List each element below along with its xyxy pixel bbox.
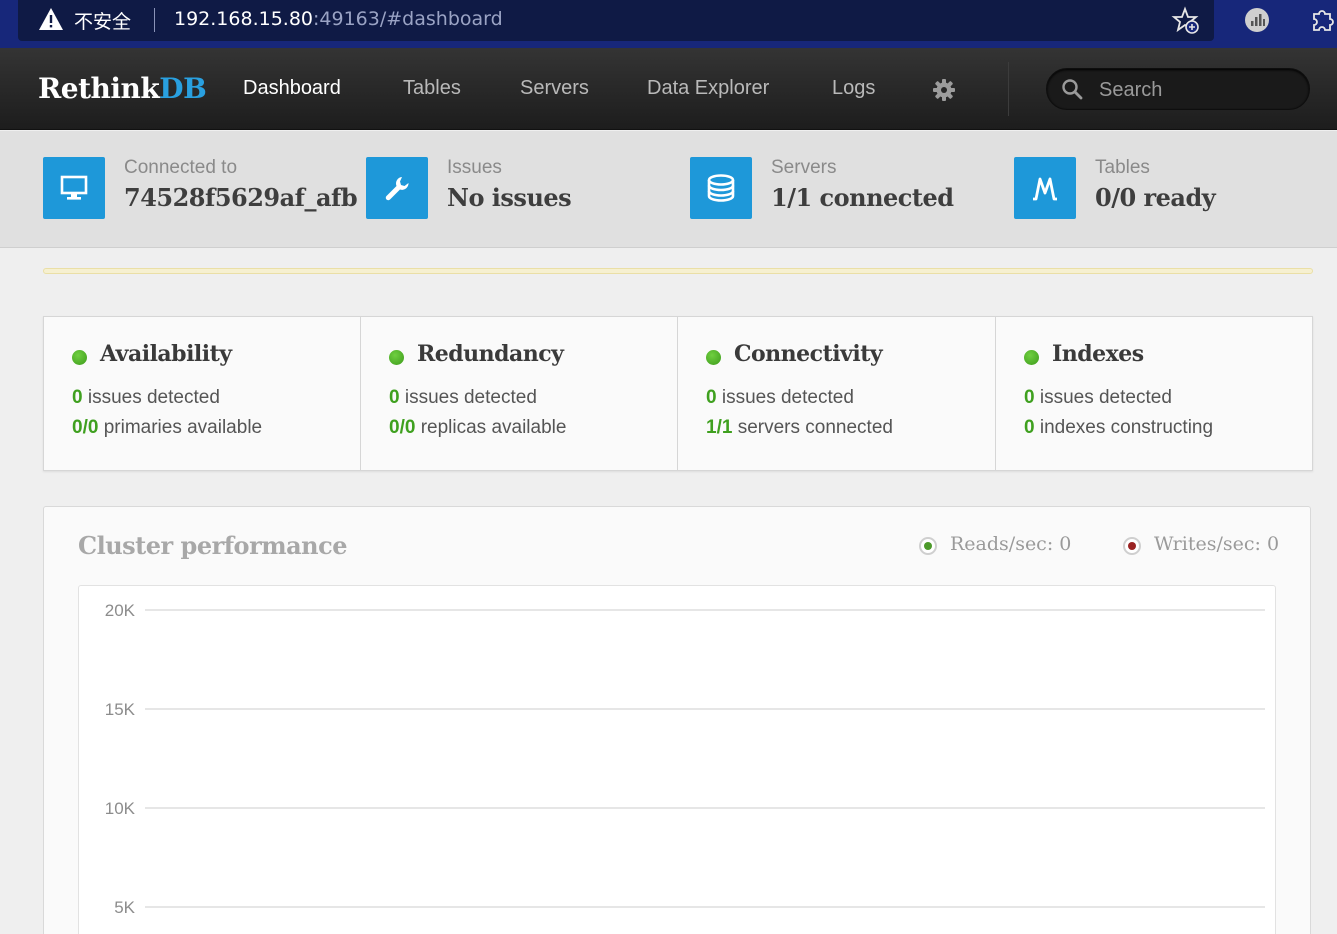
brand-logo[interactable]: RethinkDB [38,72,207,105]
health-line: 1/1 servers connected [706,417,893,439]
status-label: Servers [771,157,837,178]
top-navbar: RethinkDB Dashboard Tables Servers Data … [0,48,1337,130]
brand-prefix: Rethink [38,72,160,105]
nav-logs[interactable]: Logs [832,77,875,100]
health-text: issues detected [399,387,537,408]
favorite-add-icon[interactable] [1171,6,1201,36]
health-availability[interactable]: Availability 0 issues detected 0/0 prima… [44,317,361,470]
insecure-label[interactable]: 不安全 [74,7,131,34]
health-panels: Availability 0 issues detected 0/0 prima… [43,316,1313,471]
health-text: primaries available [98,417,263,438]
status-label: Tables [1095,157,1150,178]
y-tick-label: 10K [105,799,136,818]
url-separator [154,8,155,32]
health-text: replicas available [415,417,567,438]
writes-dot [1123,537,1141,555]
status-strip: Connected to 74528f5629af_afb Issues No … [0,131,1337,248]
health-line: 0 issues detected [72,387,220,409]
url-path: :49163/#dashboard [313,8,503,30]
status-value: 0/0 ready [1095,183,1216,212]
legend-writes-label: Writes/sec: 0 [1154,533,1280,555]
notice-bar [43,268,1313,274]
nav-dashboard[interactable]: Dashboard [243,77,341,100]
y-tick-label: 15K [105,700,136,719]
health-title: Connectivity [734,341,883,367]
y-tick-label: 5K [114,898,135,917]
tables-icon [1014,157,1076,219]
nav-servers[interactable]: Servers [520,77,589,100]
health-text: issues detected [716,387,854,408]
health-line: 0 indexes constructing [1024,417,1213,439]
health-title: Availability [100,341,232,367]
health-count: 0 [389,387,400,408]
monitor-icon [43,157,105,219]
search-icon [1062,79,1083,100]
database-icon [690,157,752,219]
health-line: 0 issues detected [706,387,854,409]
health-title: Indexes [1052,341,1144,367]
nav-data-explorer[interactable]: Data Explorer [647,77,769,100]
warning-icon[interactable] [38,7,64,31]
cluster-performance-panel: Cluster performance Reads/sec: 0 Writes/… [43,506,1311,934]
health-text: issues detected [1034,387,1172,408]
health-count: 0 [72,387,83,408]
status-label: Connected to [124,157,238,178]
browser-toolbar: 不安全 192.168.15.80:49163/#dashboard [0,0,1337,48]
health-count: 0 [706,387,717,408]
health-line: 0/0 replicas available [389,417,566,439]
wrench-icon [366,157,428,219]
status-ok-dot [706,350,721,365]
health-count: 0 [1024,417,1035,438]
url-host: 192.168.15.80 [174,8,314,30]
chart-frame: 20K 15K 10K 5K [78,585,1276,934]
brand-suffix: DB [159,72,207,105]
extension-icon[interactable] [1243,6,1271,34]
status-value: 1/1 connected [771,183,954,212]
nav-divider [1008,62,1009,116]
health-redundancy[interactable]: Redundancy 0 issues detected 0/0 replica… [361,317,678,470]
status-ok-dot [1024,350,1039,365]
status-ok-dot [389,350,404,365]
health-count: 0/0 [72,417,99,438]
health-text: issues detected [82,387,220,408]
gear-icon[interactable] [932,78,956,102]
health-text: servers connected [732,417,893,438]
nav-tables[interactable]: Tables [403,77,461,100]
legend-reads-label: Reads/sec: 0 [950,533,1072,555]
health-line: 0 issues detected [1024,387,1172,409]
search-input[interactable] [1099,77,1289,103]
search-box[interactable] [1046,68,1310,110]
status-label: Issues [447,157,502,178]
performance-chart: 20K 15K 10K 5K [105,601,1265,917]
url-text[interactable]: 192.168.15.80:49163/#dashboard [174,8,503,30]
status-value: No issues [447,183,572,212]
puzzle-icon[interactable] [1308,5,1337,35]
status-ok-dot [72,350,87,365]
health-count: 1/1 [706,417,733,438]
status-value: 74528f5629af_afb [124,183,358,212]
health-text: indexes constructing [1034,417,1214,438]
health-connectivity[interactable]: Connectivity 0 issues detected 1/1 serve… [678,317,996,470]
health-title: Redundancy [417,341,564,367]
health-count: 0 [1024,387,1035,408]
y-tick-label: 20K [105,601,136,620]
chart-title: Cluster performance [78,531,347,560]
reads-dot [919,537,937,555]
health-line: 0/0 primaries available [72,417,262,439]
health-line: 0 issues detected [389,387,537,409]
health-indexes[interactable]: Indexes 0 issues detected 0 indexes cons… [996,317,1312,470]
health-count: 0/0 [389,417,416,438]
